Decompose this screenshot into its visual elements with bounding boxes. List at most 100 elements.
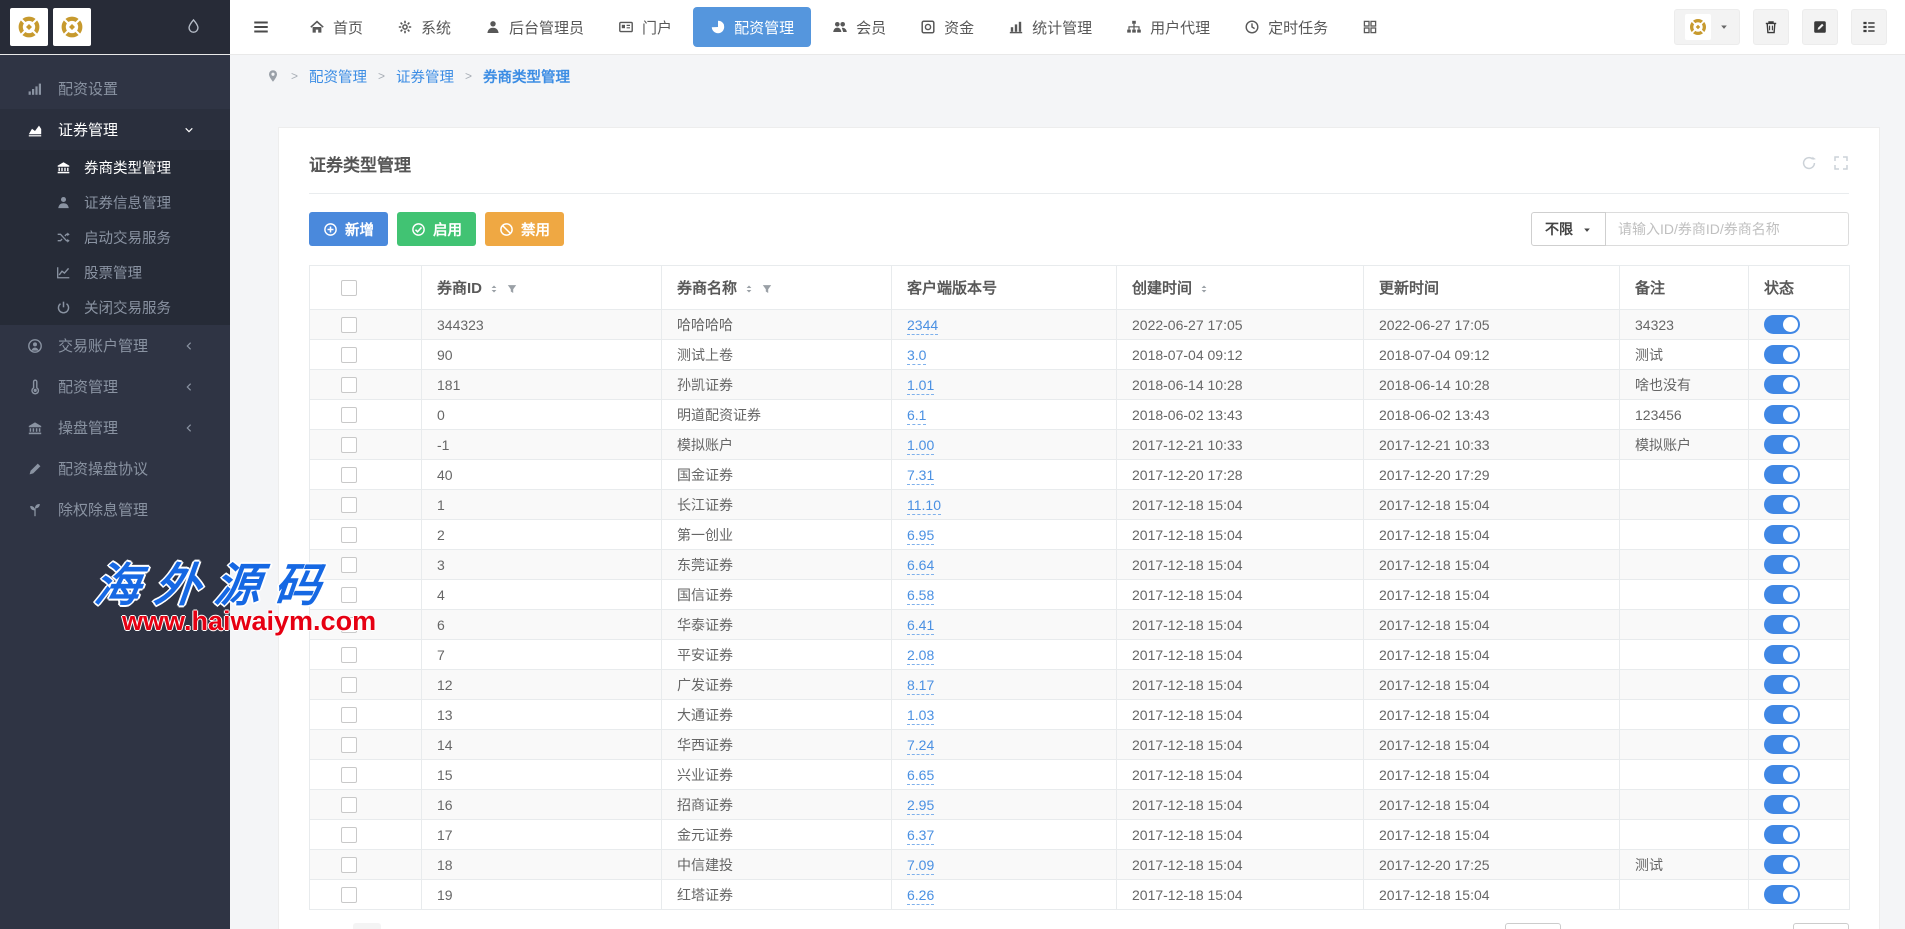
version-link[interactable]: 7.31 — [907, 467, 934, 485]
version-link[interactable]: 1.01 — [907, 377, 934, 395]
status-toggle[interactable] — [1764, 435, 1800, 454]
per-page-input[interactable] — [1793, 923, 1849, 929]
filter-control[interactable] — [761, 280, 773, 297]
row-checkbox[interactable] — [341, 527, 357, 543]
status-toggle[interactable] — [1764, 375, 1800, 394]
edit-button[interactable] — [1802, 9, 1838, 45]
breadcrumb-link-0[interactable]: 配资管理 — [309, 66, 367, 87]
sort-control[interactable] — [1198, 280, 1210, 297]
topnav-item-6[interactable]: 资金 — [903, 0, 991, 54]
expand-icon[interactable] — [1833, 155, 1849, 173]
list-button[interactable] — [1851, 9, 1887, 45]
status-toggle[interactable] — [1764, 855, 1800, 874]
filter-dropdown[interactable]: 不限 — [1531, 212, 1606, 246]
page-button-2[interactable]: 2 — [397, 923, 425, 929]
breadcrumb-link-2[interactable]: 券商类型管理 — [483, 66, 570, 87]
status-toggle[interactable] — [1764, 495, 1800, 514]
status-toggle[interactable] — [1764, 405, 1800, 424]
status-toggle[interactable] — [1764, 315, 1800, 334]
sidebar-item-1[interactable]: 证券管理 — [0, 109, 230, 150]
row-checkbox[interactable] — [341, 827, 357, 843]
page-number-input[interactable] — [1505, 923, 1561, 929]
topnav-item-0[interactable]: 首页 — [292, 0, 380, 54]
row-checkbox[interactable] — [341, 377, 357, 393]
row-checkbox[interactable] — [341, 467, 357, 483]
row-checkbox[interactable] — [341, 887, 357, 903]
row-checkbox[interactable] — [341, 557, 357, 573]
version-link[interactable]: 7.24 — [907, 737, 934, 755]
select-all-checkbox[interactable] — [341, 280, 357, 296]
row-checkbox[interactable] — [341, 707, 357, 723]
row-checkbox[interactable] — [341, 407, 357, 423]
version-link[interactable]: 6.65 — [907, 767, 934, 785]
version-link[interactable]: 11.10 — [907, 497, 941, 515]
version-link[interactable]: 2344 — [907, 317, 938, 335]
version-link[interactable]: 6.58 — [907, 587, 934, 605]
status-toggle[interactable] — [1764, 345, 1800, 364]
sidebar-subitem-1-4[interactable]: 关闭交易服务 — [0, 290, 230, 325]
row-checkbox[interactable] — [341, 797, 357, 813]
sidebar-toggle-icon[interactable] — [230, 0, 292, 54]
sort-control[interactable] — [488, 280, 500, 297]
breadcrumb-link-1[interactable]: 证券管理 — [396, 66, 454, 87]
sidebar-subitem-1-3[interactable]: 股票管理 — [0, 255, 230, 290]
status-toggle[interactable] — [1764, 675, 1800, 694]
row-checkbox[interactable] — [341, 617, 357, 633]
sidebar-subitem-1-2[interactable]: 启动交易服务 — [0, 220, 230, 255]
status-toggle[interactable] — [1764, 795, 1800, 814]
user-menu-button[interactable] — [1674, 9, 1740, 45]
version-link[interactable]: 6.26 — [907, 887, 934, 905]
version-link[interactable]: 6.95 — [907, 527, 934, 545]
sidebar-subitem-1-0[interactable]: 券商类型管理 — [0, 150, 230, 185]
status-toggle[interactable] — [1764, 555, 1800, 574]
topnav-item-1[interactable]: 系统 — [380, 0, 468, 54]
sidebar-item-4[interactable]: 操盘管理 — [0, 407, 230, 448]
refresh-icon[interactable] — [1801, 155, 1817, 173]
topnav-item-2[interactable]: 后台管理员 — [468, 0, 601, 54]
row-checkbox[interactable] — [341, 857, 357, 873]
topnav-item-5[interactable]: 会员 — [815, 0, 903, 54]
row-checkbox[interactable] — [341, 497, 357, 513]
disable-button[interactable]: 禁用 — [485, 212, 564, 246]
status-toggle[interactable] — [1764, 525, 1800, 544]
status-toggle[interactable] — [1764, 465, 1800, 484]
status-toggle[interactable] — [1764, 645, 1800, 664]
search-input[interactable] — [1606, 212, 1849, 246]
next-page-button[interactable]: » — [441, 923, 469, 929]
version-link[interactable]: 7.09 — [907, 857, 934, 875]
version-link[interactable]: 1.00 — [907, 437, 934, 455]
version-link[interactable]: 8.17 — [907, 677, 934, 695]
row-checkbox[interactable] — [341, 647, 357, 663]
topnav-item-3[interactable]: 门户 — [601, 0, 689, 54]
status-toggle[interactable] — [1764, 585, 1800, 604]
version-link[interactable]: 1.03 — [907, 707, 934, 725]
row-checkbox[interactable] — [341, 587, 357, 603]
row-checkbox[interactable] — [341, 317, 357, 333]
status-toggle[interactable] — [1764, 765, 1800, 784]
topnav-item-7[interactable]: 统计管理 — [991, 0, 1109, 54]
version-link[interactable]: 6.1 — [907, 407, 926, 425]
topnav-item-9[interactable]: 定时任务 — [1227, 0, 1345, 54]
status-toggle[interactable] — [1764, 735, 1800, 754]
prev-page-button[interactable]: « — [309, 923, 337, 929]
sidebar-item-0[interactable]: 配资设置 — [0, 68, 230, 109]
version-link[interactable]: 6.64 — [907, 557, 934, 575]
sidebar-item-3[interactable]: 配资管理 — [0, 366, 230, 407]
topnav-item-10[interactable] — [1345, 0, 1395, 54]
topnav-item-4[interactable]: 配资管理 — [693, 7, 811, 47]
page-button-1[interactable]: 1 — [353, 923, 381, 929]
row-checkbox[interactable] — [341, 737, 357, 753]
status-toggle[interactable] — [1764, 615, 1800, 634]
row-checkbox[interactable] — [341, 347, 357, 363]
filter-control[interactable] — [506, 280, 518, 297]
sidebar-item-5[interactable]: 配资操盘协议 — [0, 448, 230, 489]
add-button[interactable]: 新增 — [309, 212, 388, 246]
row-checkbox[interactable] — [341, 437, 357, 453]
status-toggle[interactable] — [1764, 885, 1800, 904]
row-checkbox[interactable] — [341, 677, 357, 693]
status-toggle[interactable] — [1764, 705, 1800, 724]
trash-button[interactable] — [1753, 9, 1789, 45]
version-link[interactable]: 2.95 — [907, 797, 934, 815]
sort-control[interactable] — [743, 280, 755, 297]
sidebar-item-2[interactable]: 交易账户管理 — [0, 325, 230, 366]
